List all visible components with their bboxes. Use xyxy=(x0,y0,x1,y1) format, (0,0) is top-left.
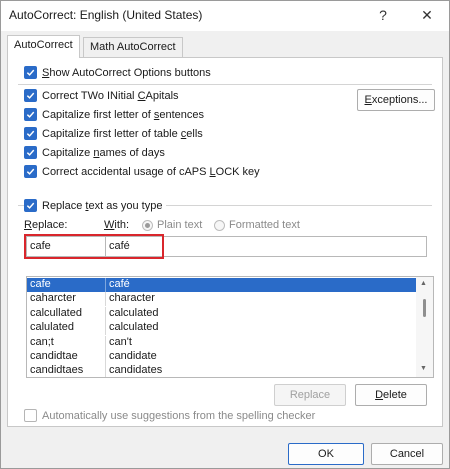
checkbox-label: Automatically use suggestions from the s… xyxy=(42,409,316,422)
list-item[interactable]: candidtae candidate xyxy=(27,350,417,364)
column-separator xyxy=(105,350,106,364)
checkbox-checked-icon xyxy=(24,89,37,102)
scrollbar-thumb[interactable] xyxy=(423,299,426,317)
button-label: Exceptions... xyxy=(364,94,428,106)
list-item[interactable]: candidtaes candidates xyxy=(27,364,417,377)
two-initial-capitals-checkbox[interactable]: Correct TWo INitial CApitals xyxy=(24,89,179,102)
annotation-highlight-box xyxy=(24,234,164,259)
entry-with-text: character xyxy=(109,292,155,305)
entry-with-text: calculated xyxy=(109,321,159,334)
entry-with-text: candidates xyxy=(109,364,163,377)
checkbox-checked-icon xyxy=(24,108,37,121)
button-label: Cancel xyxy=(389,448,425,460)
column-separator xyxy=(105,278,106,292)
autocorrect-entries-list[interactable]: cafe café caharcter character calcullated cal… xyxy=(26,276,434,378)
list-item[interactable]: caharcter character xyxy=(27,292,417,307)
column-separator xyxy=(105,321,106,336)
capitalize-days-checkbox[interactable]: Capitalize names of days xyxy=(24,146,165,159)
checkbox-label: Replace text as you type xyxy=(42,199,163,212)
close-button[interactable]: ✕ xyxy=(411,3,443,27)
divider xyxy=(18,84,432,85)
entry-with-text: café xyxy=(109,278,130,290)
tab-label: Math AutoCorrect xyxy=(90,41,176,53)
column-separator xyxy=(105,306,106,321)
close-icon: ✕ xyxy=(421,6,433,23)
list-item[interactable]: can;t can't xyxy=(27,335,417,350)
entry-replace-text: can;t xyxy=(30,335,54,348)
entry-replace-text: cafe xyxy=(30,278,51,290)
autocorrect-dialog: AutoCorrect: English (United States) ? ✕… xyxy=(0,0,450,469)
entry-with-text: calculated xyxy=(109,306,159,319)
plain-text-radio[interactable]: Plain text xyxy=(142,219,202,231)
entry-replace-text: calcullated xyxy=(30,306,82,319)
scroll-up-icon[interactable]: ▲ xyxy=(420,280,427,287)
checkbox-label: Capitalize first letter of sentences xyxy=(42,108,205,121)
entry-with-text: can't xyxy=(109,335,132,348)
exceptions-button[interactable]: Exceptions... xyxy=(357,89,435,111)
checkbox-unchecked-icon xyxy=(24,409,37,422)
column-separator xyxy=(105,292,106,307)
checkbox-checked-icon xyxy=(24,66,37,79)
checkbox-label: Show AutoCorrect Options buttons xyxy=(42,66,211,79)
radio-label: Formatted text xyxy=(229,219,300,231)
tab-strip: AutoCorrect Math AutoCorrect xyxy=(1,31,449,58)
autocorrect-panel: Show AutoCorrect Options buttons Correct… xyxy=(7,57,443,427)
replace-as-you-type-checkbox[interactable]: Replace text as you type xyxy=(24,199,167,212)
checkbox-checked-icon xyxy=(24,146,37,159)
title-bar: AutoCorrect: English (United States) ? ✕ xyxy=(1,1,449,31)
capitalize-table-cells-checkbox[interactable]: Capitalize first letter of table cells xyxy=(24,127,203,140)
entry-with-text: candidate xyxy=(109,350,157,362)
replace-button[interactable]: Replace xyxy=(274,384,346,406)
button-label: Replace xyxy=(289,389,331,401)
caps-lock-checkbox[interactable]: Correct accidental usage of cAPS LOCK ke… xyxy=(24,165,260,178)
entry-replace-text: candidtae xyxy=(30,350,78,362)
help-icon: ? xyxy=(379,7,387,23)
checkbox-label: Capitalize names of days xyxy=(42,146,165,159)
radio-label: Plain text xyxy=(157,219,203,231)
radio-selected-icon xyxy=(142,219,153,231)
formatted-text-radio[interactable]: Formatted text xyxy=(214,219,300,231)
checkbox-label: Capitalize first letter of table cells xyxy=(42,127,203,140)
checkbox-checked-icon xyxy=(24,165,37,178)
show-options-buttons-checkbox[interactable]: Show AutoCorrect Options buttons xyxy=(24,66,211,79)
checkbox-checked-icon xyxy=(24,127,37,140)
entry-replace-text: candidtaes xyxy=(30,364,84,377)
tab-autocorrect[interactable]: AutoCorrect xyxy=(7,35,80,58)
list-item[interactable]: calulated calculated xyxy=(27,321,417,336)
auto-suggestions-checkbox[interactable]: Automatically use suggestions from the s… xyxy=(24,409,315,422)
ok-button[interactable]: OK xyxy=(288,443,364,465)
help-button[interactable]: ? xyxy=(367,3,399,27)
cancel-button[interactable]: Cancel xyxy=(371,443,443,465)
radio-unselected-icon xyxy=(214,219,225,231)
replace-label: Replace: xyxy=(24,219,68,231)
tab-math-autocorrect[interactable]: Math AutoCorrect xyxy=(83,37,183,57)
delete-button[interactable]: Delete xyxy=(355,384,427,406)
checkbox-checked-icon xyxy=(24,199,37,212)
checkbox-label: Correct TWo INitial CApitals xyxy=(42,89,179,102)
scroll-down-icon[interactable]: ▼ xyxy=(420,365,427,372)
entry-replace-text: calulated xyxy=(30,321,75,334)
column-separator xyxy=(105,364,106,377)
list-item[interactable]: cafe café xyxy=(27,278,417,292)
capitalize-sentences-checkbox[interactable]: Capitalize first letter of sentences xyxy=(24,108,204,121)
button-label: Delete xyxy=(375,389,407,401)
entry-replace-text: caharcter xyxy=(30,292,76,305)
list-item[interactable]: calcullated calculated xyxy=(27,306,417,321)
button-label: OK xyxy=(318,448,334,460)
checkbox-label: Correct accidental usage of cAPS LOCK ke… xyxy=(42,165,260,178)
with-label: With: xyxy=(104,219,130,231)
column-separator xyxy=(105,335,106,350)
list-scrollbar[interactable]: ▲ ▼ xyxy=(416,277,433,377)
window-title: AutoCorrect: English (United States) xyxy=(9,8,203,22)
tab-label: AutoCorrect xyxy=(14,39,73,51)
